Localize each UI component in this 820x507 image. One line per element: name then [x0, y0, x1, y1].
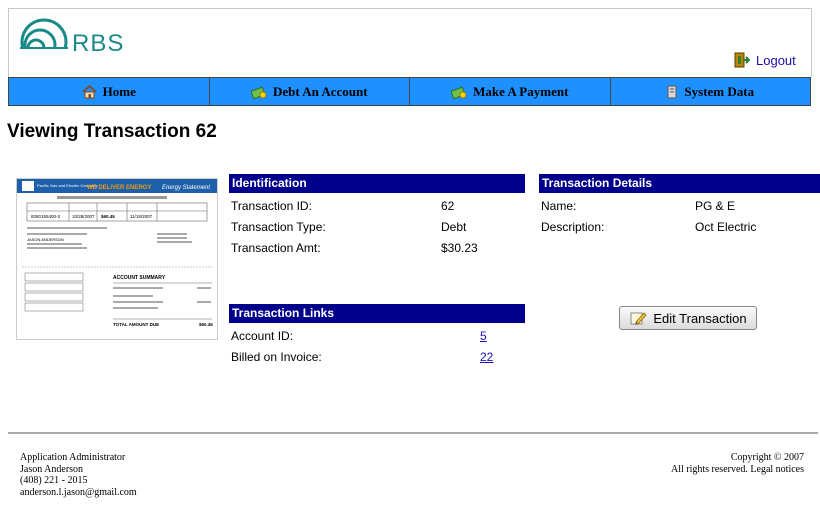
nav-make-payment-label: Make A Payment — [473, 83, 569, 99]
account-id-label: Account ID: — [231, 329, 294, 343]
logout-link[interactable]: Logout — [734, 52, 796, 68]
app-header — [8, 8, 812, 77]
invoice-amount-due: $60.45 — [101, 214, 115, 219]
identification-heading: Identification — [229, 174, 525, 193]
rbs-logo-mark-icon — [16, 18, 76, 66]
footer-copyright: Copyright © 2007 All rights reserved. Le… — [671, 452, 804, 475]
invoice-account-number: 8280155400-3 — [31, 214, 61, 219]
footer-divider — [8, 432, 818, 434]
description-row: Description: Oct Electric — [539, 217, 820, 238]
billed-on-invoice-label: Billed on Invoice: — [231, 350, 322, 364]
main-nav: Home Debt An Account Make A Payment Syst… — [8, 77, 811, 106]
footer-admin-phone: (408) 221 - 2015 — [20, 475, 88, 486]
transaction-links-heading: Transaction Links — [229, 304, 525, 323]
transaction-id-row: Transaction ID: 62 — [229, 196, 525, 217]
description-value: Oct Electric — [695, 220, 757, 234]
transaction-type-label: Transaction Type: — [231, 220, 326, 234]
invoice-statement: Energy Statement — [162, 185, 210, 191]
money-icon — [250, 86, 267, 99]
copyright-text: Copyright © 2007 — [730, 452, 804, 463]
invoice-bill-date: 10/28/2007 — [72, 214, 95, 219]
transaction-amt-value: $30.23 — [441, 241, 478, 255]
nav-system-data[interactable]: System Data — [609, 78, 811, 105]
invoice-customer: JASON ANDERSON — [27, 237, 64, 242]
page-title: Viewing Transaction 62 — [7, 121, 217, 142]
account-id-link[interactable]: 5 — [480, 326, 487, 347]
logout-icon — [734, 52, 750, 68]
transaction-type-value: Debt — [441, 220, 467, 234]
name-row: Name: PG & E — [539, 196, 820, 217]
server-icon — [667, 85, 677, 98]
transaction-type-row: Transaction Type: Debt — [229, 217, 525, 238]
nav-debt-account-label: Debt An Account — [272, 83, 368, 99]
transaction-id-label: Transaction ID: — [231, 199, 312, 213]
name-value: PG & E — [695, 199, 736, 213]
billed-on-invoice-row: Billed on Invoice: 22 — [229, 347, 525, 368]
footer-admin-title: Application Administrator — [20, 452, 126, 463]
logo-text: RBS — [72, 30, 125, 57]
identification-section: Identification Transaction ID: 62 Transa… — [229, 174, 525, 259]
name-label: Name: — [541, 199, 577, 213]
footer-contact: Application Administrator Jason Anderson… — [20, 452, 137, 498]
footer-admin-email: anderson.l.jason@gmail.com — [20, 486, 137, 498]
account-id-row: Account ID: 5 — [229, 326, 525, 347]
invoice-due-date: 11/19/2007 — [130, 214, 153, 219]
nav-make-payment[interactable]: Make A Payment — [409, 78, 610, 105]
edit-transaction-label: Edit Transaction — [653, 310, 747, 326]
transaction-details-section: Transaction Details Name: PG & E Descrip… — [539, 174, 820, 238]
edit-pencil-icon — [630, 312, 647, 325]
invoice-banner: WE DELIVER ENERGY — [87, 185, 151, 191]
transaction-amt-label: Transaction Amt: — [231, 241, 321, 255]
nav-system-data-label: System Data — [684, 83, 755, 99]
invoice-summary-title: ACCOUNT SUMMARY — [113, 275, 166, 281]
invoice-link[interactable]: 22 — [480, 347, 493, 368]
invoice-image: Pacific Gas and Electric Company WE DELI… — [17, 179, 217, 327]
home-icon — [82, 84, 97, 98]
footer-admin-name: Jason Anderson — [20, 463, 84, 475]
transaction-links-section: Transaction Links Account ID: 5 Billed o… — [229, 304, 525, 368]
invoice-thumbnail[interactable]: Pacific Gas and Electric Company WE DELI… — [16, 178, 218, 340]
invoice-total-value: $60.45 — [199, 322, 213, 327]
transaction-id-value: 62 — [441, 199, 455, 213]
nav-home[interactable]: Home — [8, 78, 209, 105]
rights-text: All rights reserved. Legal notices — [670, 463, 804, 475]
invoice-total-label: TOTAL AMOUNT DUE — [113, 322, 159, 327]
nav-home-label: Home — [102, 83, 136, 99]
transaction-details-heading: Transaction Details — [539, 174, 820, 193]
edit-transaction-button[interactable]: Edit Transaction — [619, 306, 757, 330]
transaction-amt-row: Transaction Amt: $30.23 — [229, 238, 525, 259]
description-label: Description: — [541, 220, 605, 234]
money-icon — [451, 86, 467, 99]
logout-label: Logout — [756, 52, 796, 68]
nav-debt-account[interactable]: Debt An Account — [208, 78, 409, 105]
